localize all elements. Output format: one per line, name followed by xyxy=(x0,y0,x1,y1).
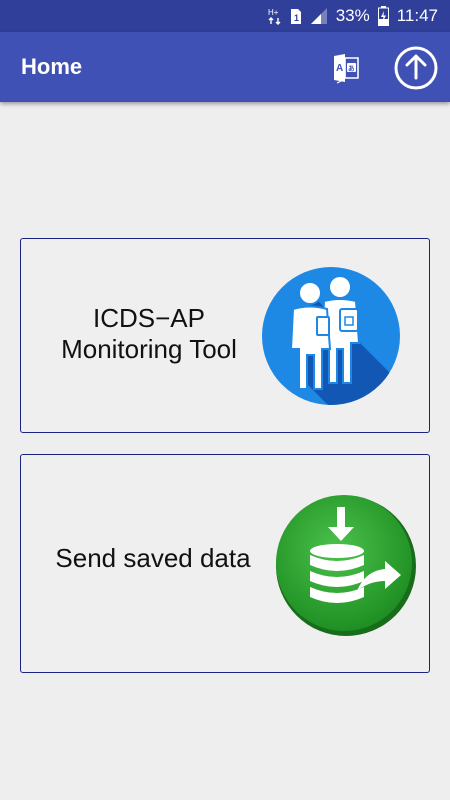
clock: 11:47 xyxy=(396,6,438,25)
battery-charging-icon xyxy=(377,6,389,26)
monitoring-tool-card[interactable]: ICDS−AP Monitoring Tool xyxy=(20,238,430,433)
page-title: Home xyxy=(21,54,83,79)
data-transfer-icon: H+ xyxy=(268,7,282,25)
sim-icon: 1 xyxy=(290,7,302,25)
translate-button[interactable]: A あ xyxy=(328,50,364,86)
upload-icon xyxy=(394,46,438,90)
send-saved-data-label: Send saved data xyxy=(55,543,251,573)
svg-text:1: 1 xyxy=(294,13,299,23)
send-saved-data-card[interactable]: Send saved data xyxy=(20,454,430,673)
people-with-tablet-icon xyxy=(262,267,400,405)
database-send-icon xyxy=(276,495,416,636)
monitoring-tool-label: ICDS−AP Monitoring Tool xyxy=(29,303,269,365)
card-title-line1: ICDS−AP xyxy=(93,303,205,333)
upload-button[interactable] xyxy=(393,45,439,91)
svg-text:A: A xyxy=(336,63,343,74)
status-bar: H+ 1 33% 11:47 xyxy=(0,0,450,32)
battery-percent: 33% xyxy=(335,6,370,25)
card-title-line2: Monitoring Tool xyxy=(61,334,237,364)
signal-icon xyxy=(310,7,328,25)
svg-text:H+: H+ xyxy=(268,8,279,17)
app-bar: Home A あ xyxy=(0,32,450,102)
svg-text:あ: あ xyxy=(348,64,355,73)
translate-icon: A あ xyxy=(334,54,359,84)
